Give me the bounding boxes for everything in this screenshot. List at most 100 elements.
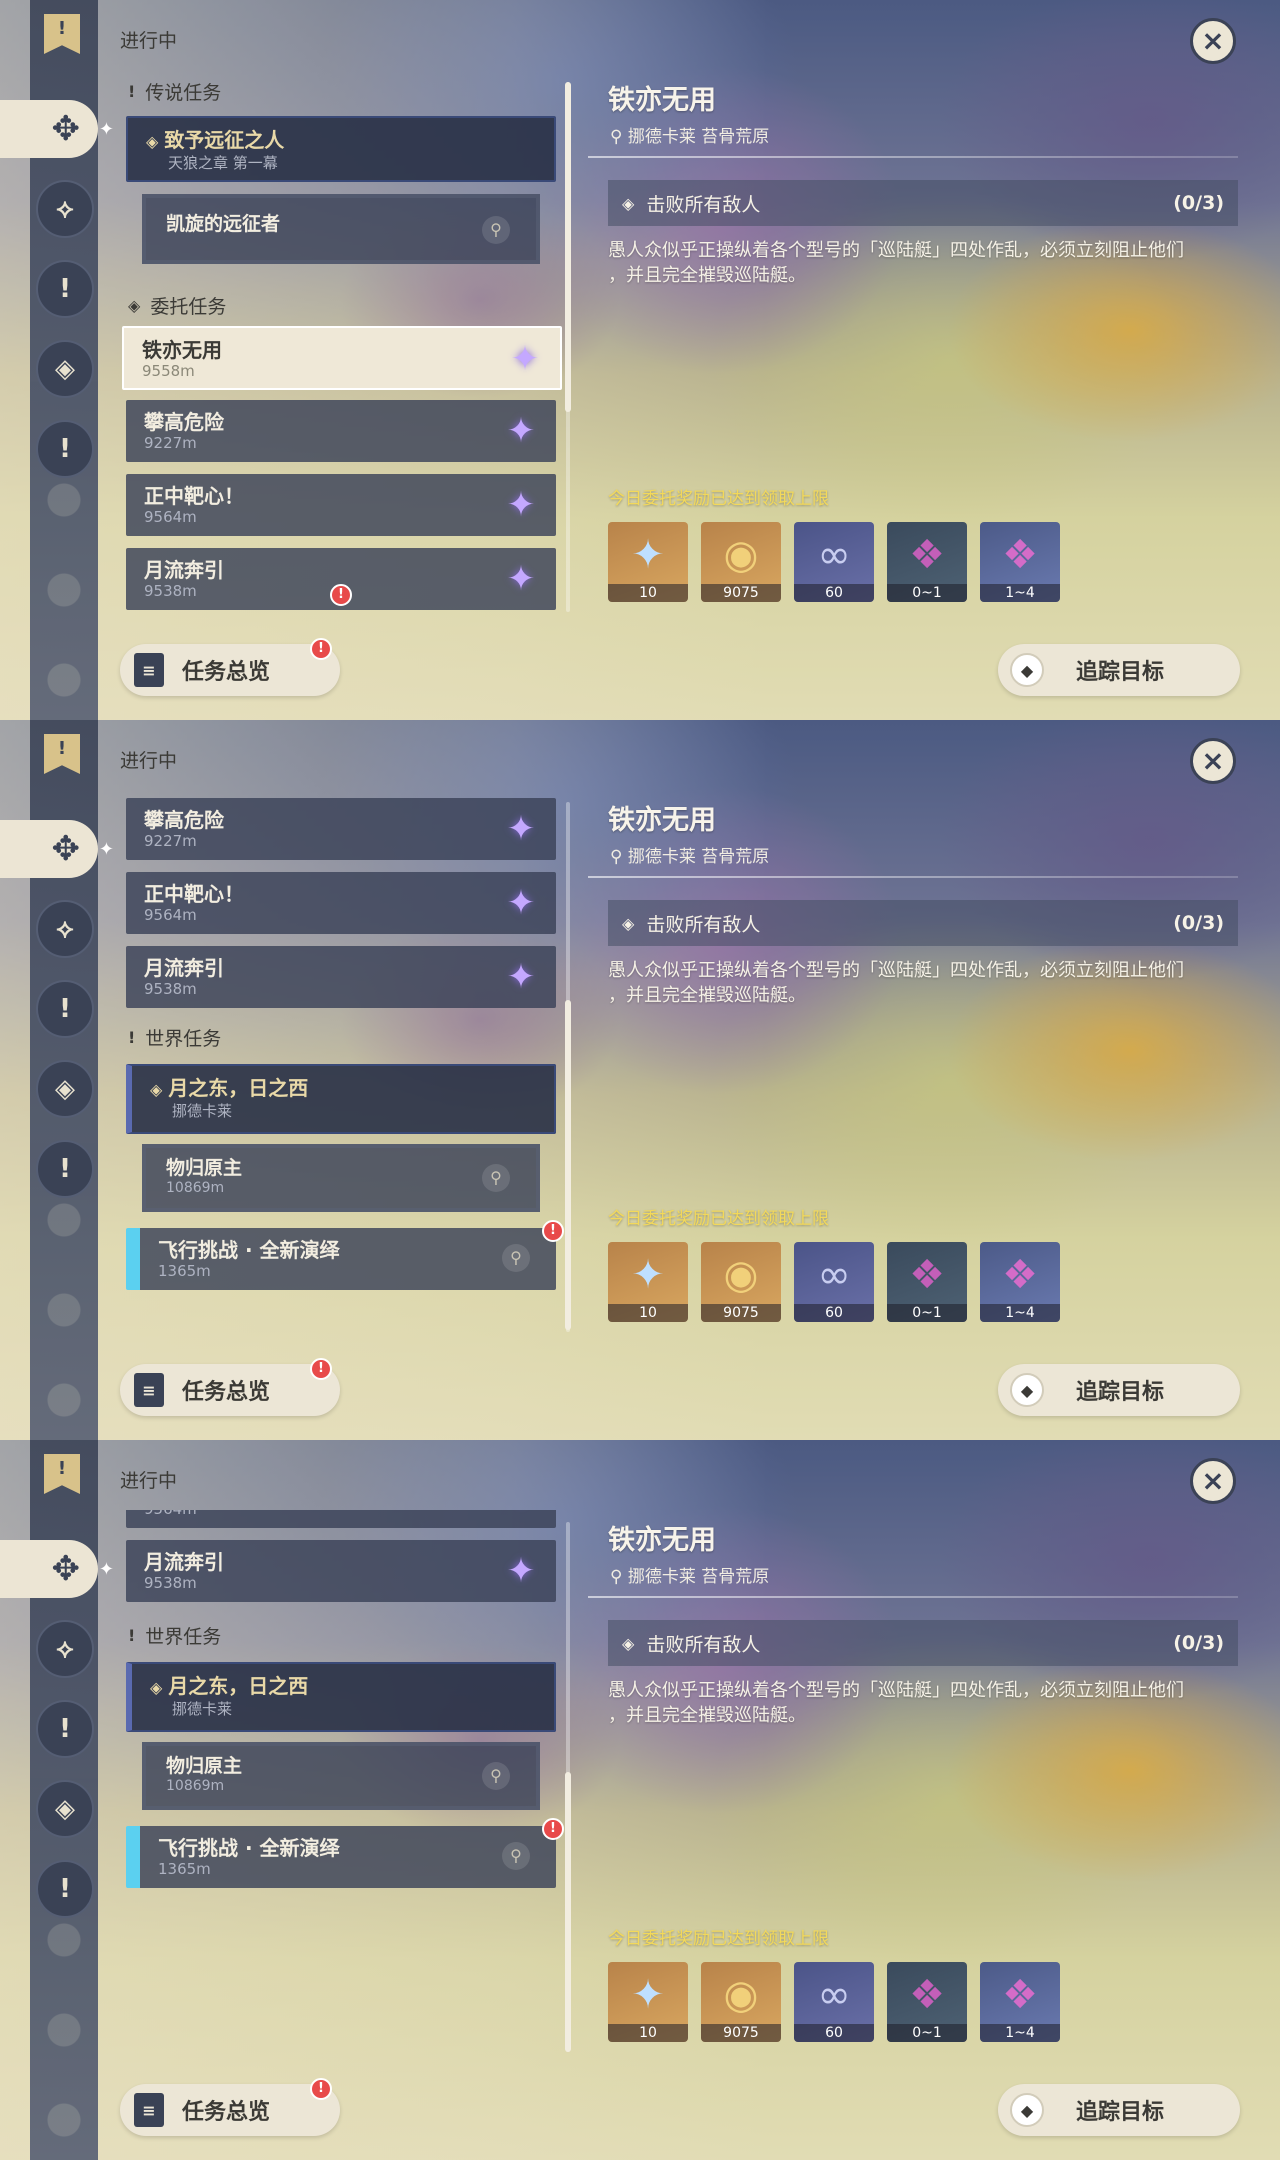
rail-tab-all[interactable]: ✥ ✦ [0,100,114,158]
mora-icon: ◉ [723,532,759,578]
reward-mora[interactable]: ◉ 9075 [701,1242,781,1322]
reward-primogem[interactable]: ✦ 10 [608,522,688,602]
compass-icon: ✥ [51,1549,81,1589]
commission-star-icon: ✦ [506,883,536,923]
primogem-icon: ✦ [631,1252,665,1298]
rail-tab-archon[interactable]: ⟡ [36,900,94,958]
quest-description: 愚人众似乎正操纵着各个型号的「巡陆艇」四处作乱，必须立刻阻止他们 ，并且完全摧毁巡… [608,240,1184,286]
rail-tab-commission[interactable]: ◈ [36,340,94,398]
diamond-icon: ◈ [150,1080,163,1099]
commission-card[interactable]: 月流奔引 9538m ✦ [126,946,556,1008]
alert-badge: ! [542,1220,564,1242]
rail-tab-archon[interactable]: ⟡ [36,180,94,238]
section-commission: ◈ 委托任务 [128,296,227,318]
commission-icon: ◈ [55,354,75,384]
world-quest-card[interactable]: ◈ 月之东，日之西 挪德卡莱 [126,1662,556,1732]
reward-crystal[interactable]: ❖ 0~1 [887,522,967,602]
section-world: ! 世界任务 [128,1626,222,1648]
flight-challenge-card[interactable]: 飞行挑战 · 全新演绎 1365m ⚲ [126,1826,556,1888]
archon-icon: ⟡ [56,1633,74,1664]
rail-tab-world[interactable]: ! [36,420,94,478]
quest-description: 愚人众似乎正操纵着各个型号的「巡陆艇」四处作乱，必须立刻阻止他们 ，并且完全摧毁巡… [608,1680,1184,1726]
rail-tab-story[interactable]: ! [36,980,94,1038]
legend-step-card[interactable]: 凯旋的远征者 ⚲ [142,194,540,264]
rail-tab-archon[interactable]: ⟡ [36,1620,94,1678]
commission-card[interactable]: 正中靶心！ 9564m ✦ [126,474,556,536]
commission-card[interactable]: 攀高危险 9227m ✦ [126,798,556,860]
section-world: ! 世界任务 [128,1028,222,1050]
world-quest-card[interactable]: ◈ 月之东，日之西 挪德卡莱 [126,1064,556,1134]
reward-mora[interactable]: ◉ 9075 [701,522,781,602]
reward-primogem[interactable]: ✦ 10 [608,1242,688,1322]
objective-diamond-icon: ◈ [622,1633,635,1653]
quest-panel-1: ! ✥ ✦ ⟡ ! ◈ ! 进行中 ! 传说任务 ◈ 致予远征之人 天狼之章 第一幕 … [0,0,1280,720]
commission-star-icon: ✦ [506,957,536,997]
commission-star-icon: ✦ [506,559,536,599]
overview-button[interactable]: ≡ 任务总览 [120,1364,340,1416]
companionship-icon: ∞ [817,1972,851,2018]
primogem-icon: ✦ [631,1972,665,2018]
world-step-card[interactable]: 物归原主 10869m ⚲ [142,1742,540,1810]
commission-star-icon: ✦ [510,339,540,379]
rewards-row: ✦ 10 ◉ 9075 ∞ 60 ❖ 0~1 ❖ 1~4 [608,1962,1060,2042]
reward-crystal-cluster[interactable]: ❖ 1~4 [980,522,1060,602]
reward-mora[interactable]: ◉ 9075 [701,1962,781,2042]
reward-limit-notice: 今日委托奖励已达到领取上限 [608,489,829,509]
scrollbar[interactable] [565,1522,571,2052]
alert-badge: ! [330,584,352,606]
rail-tab-story[interactable]: ! [36,1700,94,1758]
quest-list[interactable]: 正中靶心！ 9564m ✦ 月流奔引 9538m ✦ !世界任务 ◈月之东，日之… [118,1510,564,2050]
commission-card[interactable]: 正中靶心！ 9564m ✦ [126,872,556,934]
commission-card-selected[interactable]: 铁亦无用 9558m ✦ [122,326,562,390]
reward-companionship[interactable]: ∞ 60 [794,522,874,602]
rail-tab-story[interactable]: ! [36,260,94,318]
quest-description: 愚人众似乎正操纵着各个型号的「巡陆艇」四处作乱，必须立刻阻止他们 ，并且完全摧毁巡… [608,960,1184,1006]
commission-star-icon: ✦ [506,411,536,451]
rail-tab-all[interactable]: ✥ ✦ [0,820,114,878]
divider [588,156,1238,158]
scrollbar[interactable] [565,802,571,1332]
scrollbar[interactable] [565,82,571,612]
commission-star-icon: ✦ [502,1510,540,1516]
rail-tab-world[interactable]: ! [36,1860,94,1918]
reward-companionship[interactable]: ∞ 60 [794,1242,874,1322]
rail-tab-all[interactable]: ✥ ✦ [0,1540,114,1598]
reward-crystal-cluster[interactable]: ❖ 1~4 [980,1962,1060,2042]
reward-companionship[interactable]: ∞ 60 [794,1962,874,2042]
objective-bar: ◈ 击败所有敌人 (0/3) [608,900,1238,946]
quest-title: 铁亦无用 [608,85,716,116]
commission-card[interactable]: 攀高危险 9227m ✦ [126,400,556,462]
reward-crystal[interactable]: ❖ 0~1 [887,1242,967,1322]
map-pin-icon[interactable]: ⚲ [482,1762,510,1790]
overview-button[interactable]: ≡ 任务总览 [120,644,340,696]
quest-panel-2: ! ✥ ✦ ⟡ ! ◈ ! 进行中 攀高危险 9227m ✦ 正中靶心！ 9564… [0,720,1280,1440]
commission-star-icon: ✦ [506,809,536,849]
status-label: 进行中 [120,1470,178,1492]
reward-crystal-cluster[interactable]: ❖ 1~4 [980,1242,1060,1322]
quest-list[interactable]: 攀高危险 9227m ✦ 正中靶心！ 9564m ✦ 月流奔引 9538m ✦ … [118,790,564,1330]
status-label: 进行中 [120,30,178,52]
flight-challenge-card[interactable]: 飞行挑战 · 全新演绎 1365m ⚲ [126,1228,556,1290]
story-icon: ! [59,994,71,1024]
quest-list[interactable]: ! 传说任务 ◈ 致予远征之人 天狼之章 第一幕 凯旋的远征者 ⚲ ◈ 委托任务 铁亦… [118,70,564,610]
reward-primogem[interactable]: ✦ 10 [608,1962,688,2042]
reward-crystal[interactable]: ❖ 0~1 [887,1962,967,2042]
commission-icon: ◈ [55,1074,75,1104]
reward-limit-notice: 今日委托奖励已达到领取上限 [608,1929,829,1949]
commission-card[interactable]: 正中靶心！ 9564m ✦ [126,1510,556,1528]
legend-quest-card[interactable]: ◈ 致予远征之人 天狼之章 第一幕 [126,116,556,182]
commission-card[interactable]: 月流奔引 9538m ✦ [126,1540,556,1602]
map-pin-icon[interactable]: ⚲ [502,1842,530,1870]
crystal-cluster-icon: ❖ [1002,1972,1038,2018]
map-pin-icon[interactable]: ⚲ [502,1244,530,1272]
crystal-icon: ❖ [909,1252,945,1298]
rail-tab-world[interactable]: ! [36,1140,94,1198]
rail-tab-commission[interactable]: ◈ [36,1780,94,1838]
overview-button[interactable]: ≡ 任务总览 [120,2084,340,2136]
map-pin-icon[interactable]: ⚲ [482,216,510,244]
map-pin-icon[interactable]: ⚲ [482,1164,510,1192]
rail-tab-commission[interactable]: ◈ [36,1060,94,1118]
world-step-card[interactable]: 物归原主 10869m ⚲ [142,1144,540,1212]
quest-detail: 铁亦无用 ⚲ 挪德卡莱 苔骨荒原 ◈ 击败所有敌人 (0/3) 愚人众似乎正操纵… [588,720,1238,1440]
divider [588,876,1238,878]
